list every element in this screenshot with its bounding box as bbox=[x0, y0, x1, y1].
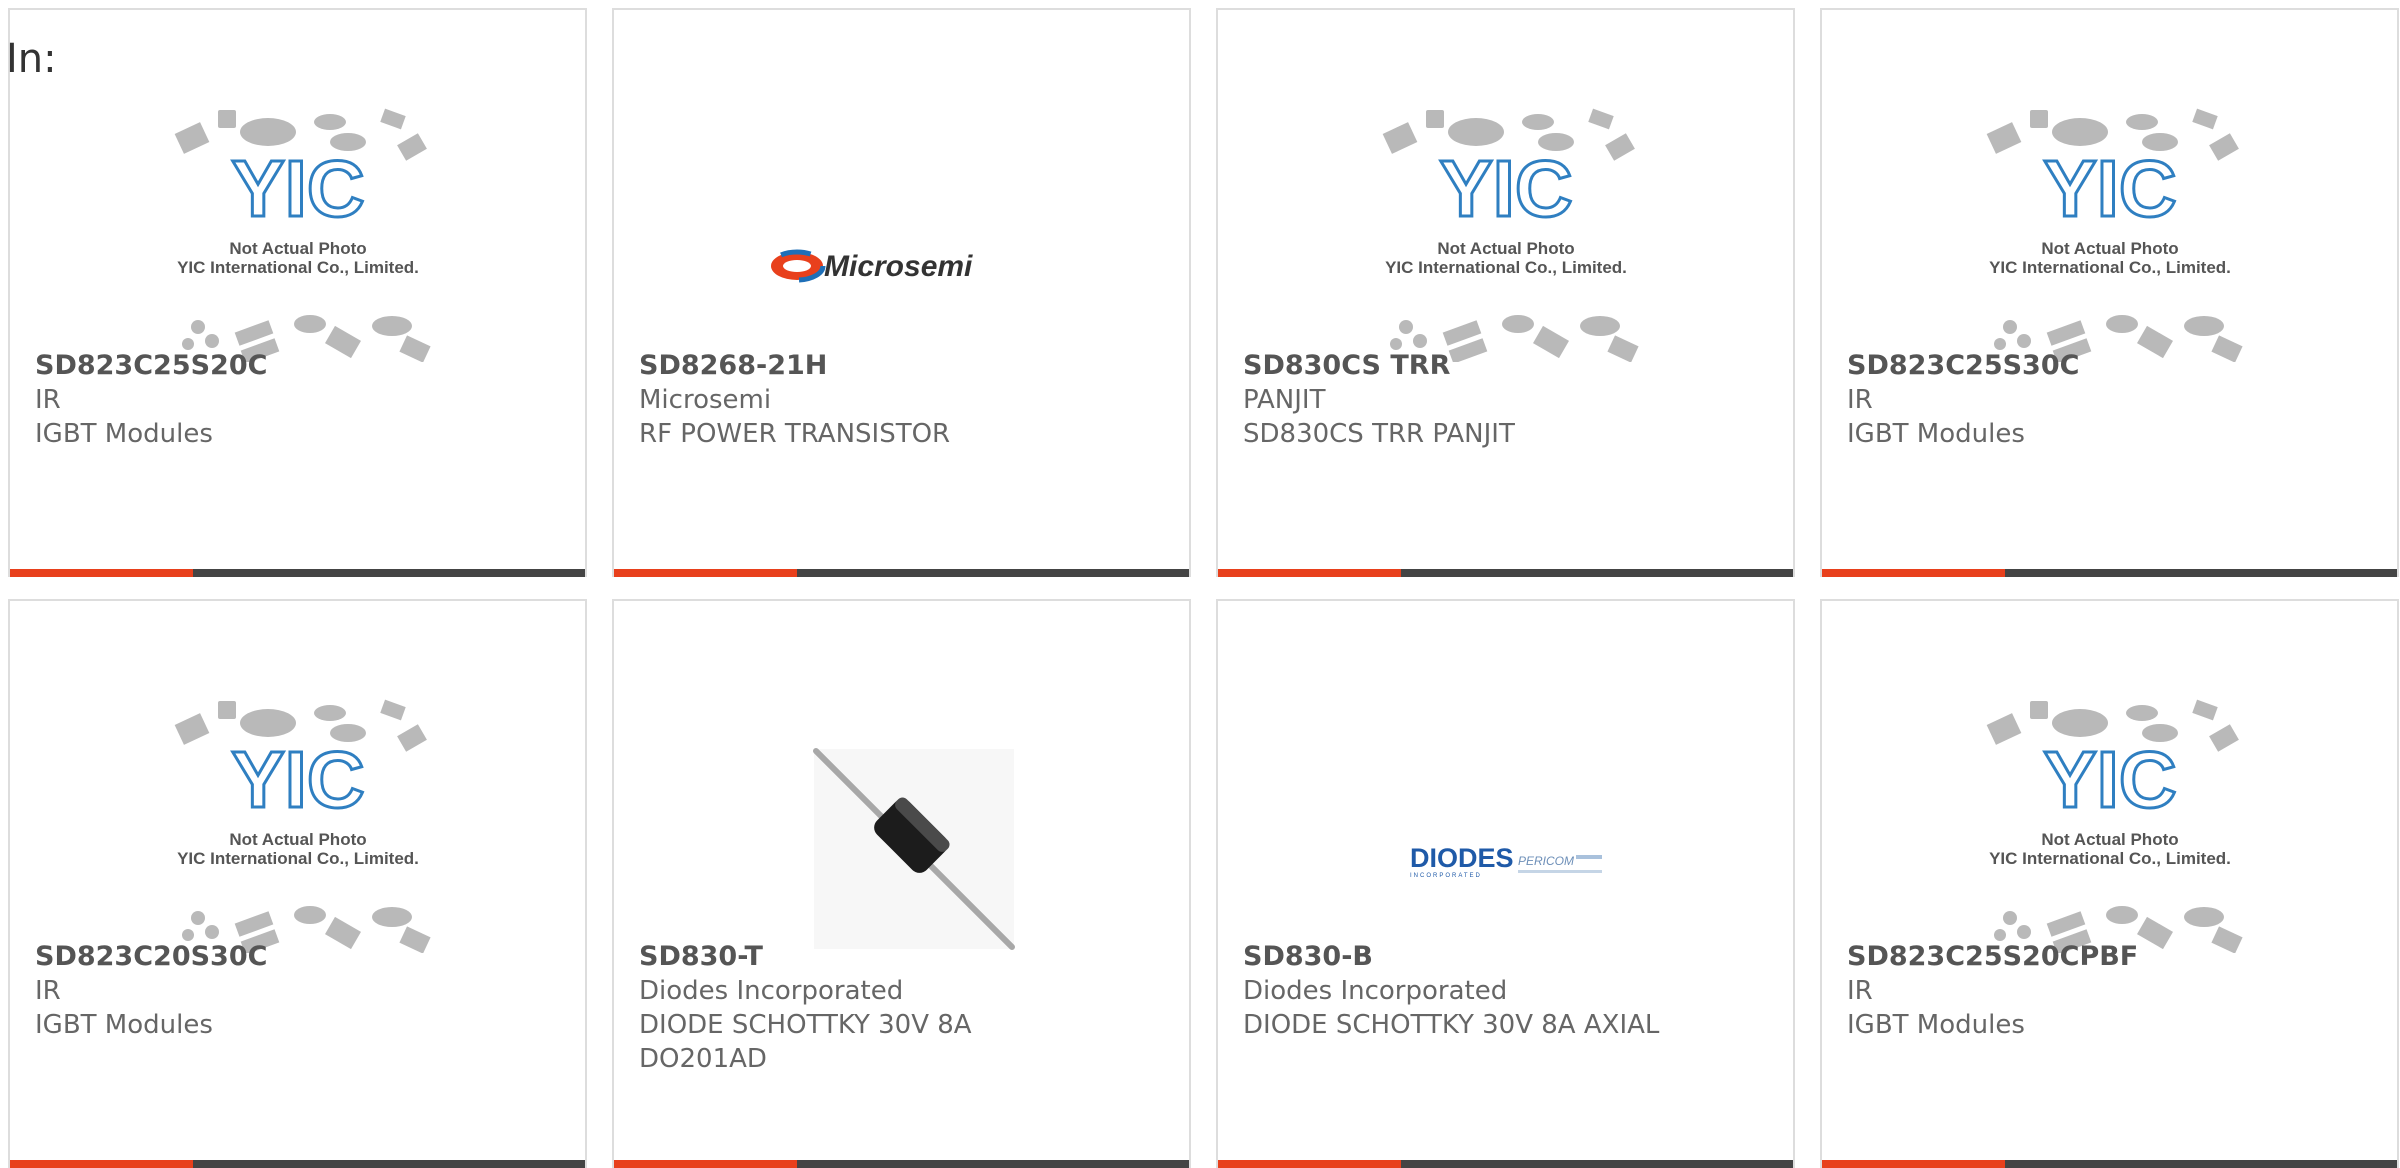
description: DIODE SCHOTTKY 30V 8A AXIAL bbox=[1243, 1010, 1660, 1040]
not-actual-photo-placeholder: YIC Not Actual Photo YIC International C… bbox=[1986, 699, 2243, 953]
manufacturer: IR bbox=[35, 385, 61, 415]
axial-diode-photo bbox=[813, 748, 1015, 950]
product-info: SD823C25S20CPBF IR IGBT Modules bbox=[1847, 940, 2381, 1042]
manufacturer: IR bbox=[1847, 976, 1873, 1006]
card-footer-bar bbox=[10, 1160, 585, 1168]
part-number-link[interactable]: SD823C25S20C bbox=[35, 349, 569, 383]
yic-logo: YIC bbox=[2043, 735, 2176, 824]
card-accent-bar bbox=[10, 569, 193, 577]
product-card[interactable]: YIC Not Actual Photo YIC International C… bbox=[8, 599, 587, 1168]
product-info: SD830-B Diodes Incorporated DIODE SCHOTT… bbox=[1243, 940, 1777, 1042]
yic-logo: YIC bbox=[231, 735, 364, 824]
not-actual-photo-placeholder: YIC Not Actual Photo YIC International C… bbox=[1382, 108, 1639, 362]
microsemi-logo-text: Microsemi bbox=[824, 250, 973, 283]
card-footer-bar bbox=[1218, 1160, 1793, 1168]
product-card[interactable]: YIC Not Actual Photo YIC International C… bbox=[1820, 599, 2399, 1168]
product-card[interactable]: SD830-T Diodes Incorporated DIODE SCHOTT… bbox=[612, 599, 1191, 1168]
card-accent-bar bbox=[614, 569, 797, 577]
manufacturer: Microsemi bbox=[639, 385, 772, 415]
description-line2: DO201AD bbox=[639, 1044, 767, 1074]
not-actual-photo-placeholder: YIC Not Actual Photo YIC International C… bbox=[174, 699, 431, 953]
microsemi-logo: Microsemi bbox=[768, 249, 973, 283]
card-accent-bar bbox=[1218, 569, 1401, 577]
manufacturer: Diodes Incorporated bbox=[639, 976, 904, 1006]
description: DIODE SCHOTTKY 30V 8A bbox=[639, 1010, 972, 1040]
product-info: SD823C20S30C IR IGBT Modules bbox=[35, 940, 569, 1042]
product-info: SD823C25S30C IR IGBT Modules bbox=[1847, 349, 2381, 451]
part-number-link[interactable]: SD8268-21H bbox=[639, 349, 1173, 383]
card-accent-bar bbox=[1218, 1160, 1401, 1168]
filter-label: In: bbox=[6, 36, 57, 82]
part-number-link[interactable]: SD823C25S30C bbox=[1847, 349, 2381, 383]
diodes-logo-subtext: INCORPORATED bbox=[1410, 873, 1482, 879]
product-info: SD8268-21H Microsemi RF POWER TRANSISTOR bbox=[639, 349, 1173, 451]
part-number-link[interactable]: SD823C25S20CPBF bbox=[1847, 940, 2381, 974]
product-info: SD830-T Diodes Incorporated DIODE SCHOTT… bbox=[639, 940, 1173, 1076]
yic-logo: YIC bbox=[231, 144, 364, 233]
placeholder-line2: YIC International Co., Limited. bbox=[1385, 258, 1627, 277]
part-number-link[interactable]: SD830CS TRR bbox=[1243, 349, 1777, 383]
product-info: SD823C25S20C IR IGBT Modules bbox=[35, 349, 569, 451]
product-card[interactable]: DIODES INCORPORATED PERICOM SD830-B Diod… bbox=[1216, 599, 1795, 1168]
pericom-logo-text: PERICOM bbox=[1518, 854, 1574, 868]
product-grid: YIC Not Actual Photo YIC International C… bbox=[8, 8, 2400, 1168]
part-number-link[interactable]: SD830-T bbox=[639, 940, 1173, 974]
diodes-logo-text: DIODES bbox=[1410, 843, 1514, 873]
manufacturer: Diodes Incorporated bbox=[1243, 976, 1508, 1006]
card-footer-bar bbox=[614, 1160, 1189, 1168]
product-card[interactable]: YIC Not Actual Photo YIC International C… bbox=[1820, 8, 2399, 577]
placeholder-line2: YIC International Co., Limited. bbox=[177, 258, 419, 277]
not-actual-photo-placeholder: YIC Not Actual Photo YIC International C… bbox=[1986, 108, 2243, 362]
placeholder-line2: YIC International Co., Limited. bbox=[177, 849, 419, 868]
part-number-link[interactable]: SD823C20S30C bbox=[35, 940, 569, 974]
yic-logo: YIC bbox=[1439, 144, 1572, 233]
product-card[interactable]: YIC Not Actual Photo YIC International C… bbox=[8, 8, 587, 577]
manufacturer: IR bbox=[35, 976, 61, 1006]
card-footer-bar bbox=[1822, 569, 2397, 577]
description: IGBT Modules bbox=[35, 419, 213, 449]
part-number-link[interactable]: SD830-B bbox=[1243, 940, 1777, 974]
card-footer-bar bbox=[1822, 1160, 2397, 1168]
yic-logo: YIC bbox=[2043, 144, 2176, 233]
product-card[interactable]: Microsemi SD8268-21H Microsemi RF POWER … bbox=[612, 8, 1191, 577]
card-accent-bar bbox=[10, 1160, 193, 1168]
card-accent-bar bbox=[1822, 1160, 2005, 1168]
placeholder-line1: Not Actual Photo bbox=[1437, 239, 1574, 258]
card-accent-bar bbox=[614, 1160, 797, 1168]
placeholder-line1: Not Actual Photo bbox=[2041, 239, 2178, 258]
placeholder-line2: YIC International Co., Limited. bbox=[1989, 849, 2231, 868]
product-info: SD830CS TRR PANJIT SD830CS TRR PANJIT bbox=[1243, 349, 1777, 451]
product-card[interactable]: YIC Not Actual Photo YIC International C… bbox=[1216, 8, 1795, 577]
manufacturer: PANJIT bbox=[1243, 385, 1326, 415]
not-actual-photo-placeholder: YIC Not Actual Photo YIC International C… bbox=[174, 108, 431, 362]
description: RF POWER TRANSISTOR bbox=[639, 419, 951, 449]
diodes-logo: DIODES INCORPORATED PERICOM bbox=[1410, 843, 1602, 879]
card-footer-bar bbox=[1218, 569, 1793, 577]
card-footer-bar bbox=[10, 569, 585, 577]
description: IGBT Modules bbox=[35, 1010, 213, 1040]
manufacturer: IR bbox=[1847, 385, 1873, 415]
card-accent-bar bbox=[1822, 569, 2005, 577]
placeholder-line1: Not Actual Photo bbox=[229, 830, 366, 849]
card-footer-bar bbox=[614, 569, 1189, 577]
description: SD830CS TRR PANJIT bbox=[1243, 419, 1515, 449]
description: IGBT Modules bbox=[1847, 419, 2025, 449]
placeholder-line1: Not Actual Photo bbox=[2041, 830, 2178, 849]
placeholder-line1: Not Actual Photo bbox=[229, 239, 366, 258]
description: IGBT Modules bbox=[1847, 1010, 2025, 1040]
placeholder-line2: YIC International Co., Limited. bbox=[1989, 258, 2231, 277]
